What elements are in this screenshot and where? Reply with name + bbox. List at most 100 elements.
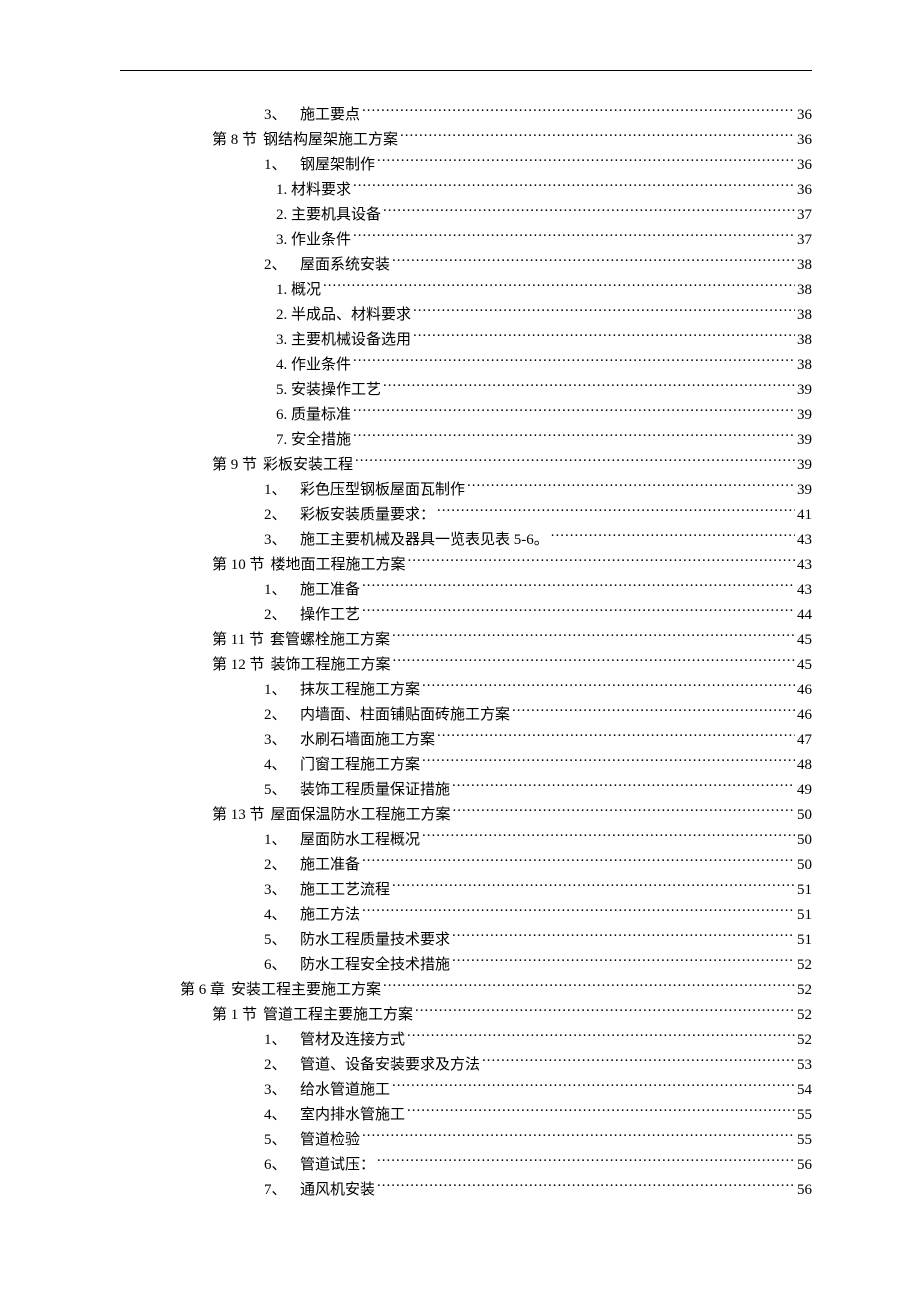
toc-leader-dots (393, 654, 795, 669)
toc-entry[interactable]: 1、抹灰工程施工方案46 (120, 678, 812, 703)
toc-entry[interactable]: 2、内墙面、柱面铺贴面砖施工方案46 (120, 703, 812, 728)
toc-entry-page: 39 (797, 403, 812, 428)
toc-entry-page: 52 (797, 978, 812, 1003)
toc-leader-dots (353, 429, 795, 444)
toc-entry-title: 安装工程主要施工方案 (231, 978, 381, 1003)
toc-entry-page: 36 (797, 128, 812, 153)
toc-entry[interactable]: 第 11 节套管螺栓施工方案45 (120, 628, 812, 653)
toc-entry[interactable]: 2. 半成品、材料要求38 (120, 303, 812, 328)
toc-entry-prefix: 3、 (264, 528, 294, 553)
toc-entry[interactable]: 1、彩色压型钢板屋面瓦制作39 (120, 478, 812, 503)
toc-entry[interactable]: 5、装饰工程质量保证措施49 (120, 778, 812, 803)
toc-entry[interactable]: 2. 主要机具设备37 (120, 203, 812, 228)
toc-entry[interactable]: 第 1 节管道工程主要施工方案52 (120, 1003, 812, 1028)
toc-leader-dots (392, 879, 795, 894)
toc-entry[interactable]: 第 13 节屋面保温防水工程施工方案50 (120, 803, 812, 828)
toc-entry-prefix: 5、 (264, 1128, 294, 1153)
toc-entry-prefix: 5、 (264, 778, 294, 803)
toc-entry[interactable]: 第 12 节装饰工程施工方案45 (120, 653, 812, 678)
toc-entry[interactable]: 1、钢屋架制作36 (120, 153, 812, 178)
toc-entry[interactable]: 4. 作业条件38 (120, 353, 812, 378)
toc-leader-dots (422, 829, 795, 844)
toc-entry-page: 52 (797, 953, 812, 978)
toc-leader-dots (408, 554, 795, 569)
toc-leader-dots (392, 1079, 795, 1094)
toc-entry-page: 50 (797, 803, 812, 828)
toc-entry[interactable]: 3、水刷石墙面施工方案47 (120, 728, 812, 753)
toc-entry[interactable]: 3、施工要点36 (120, 103, 812, 128)
toc-entry[interactable]: 1、屋面防水工程概况50 (120, 828, 812, 853)
toc-entry-title: 钢屋架制作 (300, 153, 375, 178)
toc-entry-prefix: 3、 (264, 878, 294, 903)
toc-entry-title: 施工要点 (300, 103, 360, 128)
toc-entry[interactable]: 2、彩板安装质量要求：41 (120, 503, 812, 528)
toc-entry-title: 7. 安全措施 (276, 428, 351, 453)
toc-leader-dots (362, 1129, 795, 1144)
toc-entry-title: 楼地面工程施工方案 (271, 553, 406, 578)
toc-entry[interactable]: 1、施工准备43 (120, 578, 812, 603)
toc-entry[interactable]: 7. 安全措施39 (120, 428, 812, 453)
toc-entry-title: 1. 概况 (276, 278, 321, 303)
toc-entry-page: 50 (797, 828, 812, 853)
toc-leader-dots (512, 704, 795, 719)
toc-entry-prefix: 第 10 节 (212, 553, 265, 578)
toc-leader-dots (383, 379, 795, 394)
toc-entry[interactable]: 2、屋面系统安装38 (120, 253, 812, 278)
header-rule (120, 70, 812, 71)
toc-entry[interactable]: 6、防水工程安全技术措施52 (120, 953, 812, 978)
toc-entry-page: 39 (797, 453, 812, 478)
toc-entry-page: 38 (797, 353, 812, 378)
toc-entry[interactable]: 3、施工工艺流程51 (120, 878, 812, 903)
toc-entry[interactable]: 1、管材及连接方式52 (120, 1028, 812, 1053)
toc-entry-prefix: 1、 (264, 1028, 294, 1053)
toc-entry[interactable]: 4、室内排水管施工55 (120, 1103, 812, 1128)
toc-leader-dots (413, 304, 795, 319)
toc-entry[interactable]: 2、操作工艺44 (120, 603, 812, 628)
toc-leader-dots (392, 254, 795, 269)
toc-entry[interactable]: 第 10 节楼地面工程施工方案43 (120, 553, 812, 578)
toc-entry-prefix: 4、 (264, 903, 294, 928)
toc-entry-page: 55 (797, 1128, 812, 1153)
toc-entry[interactable]: 5. 安装操作工艺39 (120, 378, 812, 403)
toc-entry[interactable]: 3. 作业条件37 (120, 228, 812, 253)
toc-entry-title: 抹灰工程施工方案 (300, 678, 420, 703)
toc-entry[interactable]: 6、管道试压：56 (120, 1153, 812, 1178)
toc-entry-page: 45 (797, 628, 812, 653)
toc-entry[interactable]: 4、施工方法51 (120, 903, 812, 928)
toc-entry[interactable]: 3. 主要机械设备选用38 (120, 328, 812, 353)
toc-entry-title: 彩板安装质量要求： (300, 503, 435, 528)
toc-entry-title: 管道试压： (300, 1153, 375, 1178)
toc-entry[interactable]: 6. 质量标准39 (120, 403, 812, 428)
toc-entry[interactable]: 第 9 节彩板安装工程39 (120, 453, 812, 478)
toc-entry[interactable]: 3、施工主要机械及器具一览表见表 5-6。43 (120, 528, 812, 553)
toc-leader-dots (377, 1154, 795, 1169)
toc-entry[interactable]: 5、管道检验55 (120, 1128, 812, 1153)
toc-entry-prefix: 2、 (264, 853, 294, 878)
toc-entry[interactable]: 3、给水管道施工54 (120, 1078, 812, 1103)
toc-entry-title: 装饰工程施工方案 (271, 653, 391, 678)
toc-entry[interactable]: 1. 概况38 (120, 278, 812, 303)
toc-entry-prefix: 第 11 节 (212, 628, 264, 653)
toc-entry[interactable]: 2、施工准备50 (120, 853, 812, 878)
toc-leader-dots (383, 204, 795, 219)
toc-entry[interactable]: 4、门窗工程施工方案48 (120, 753, 812, 778)
toc-leader-dots (383, 979, 795, 994)
toc-entry-prefix: 2、 (264, 503, 294, 528)
toc-entry-prefix: 5、 (264, 928, 294, 953)
toc-entry[interactable]: 7、通风机安装56 (120, 1178, 812, 1203)
toc-leader-dots (377, 154, 795, 169)
toc-leader-dots (362, 854, 795, 869)
toc-entry-title: 装饰工程质量保证措施 (300, 778, 450, 803)
toc-leader-dots (452, 929, 795, 944)
toc-leader-dots (453, 804, 795, 819)
toc-entry[interactable]: 1. 材料要求36 (120, 178, 812, 203)
toc-entry[interactable]: 5、防水工程质量技术要求51 (120, 928, 812, 953)
toc-entry-prefix: 6、 (264, 953, 294, 978)
toc-entry[interactable]: 2、管道、设备安装要求及方法53 (120, 1053, 812, 1078)
toc-entry[interactable]: 第 8 节钢结构屋架施工方案36 (120, 128, 812, 153)
toc-entry-page: 48 (797, 753, 812, 778)
toc-entry-prefix: 第 13 节 (212, 803, 265, 828)
toc-entry-page: 55 (797, 1103, 812, 1128)
toc-entry-page: 38 (797, 328, 812, 353)
toc-entry[interactable]: 第 6 章安装工程主要施工方案52 (120, 978, 812, 1003)
